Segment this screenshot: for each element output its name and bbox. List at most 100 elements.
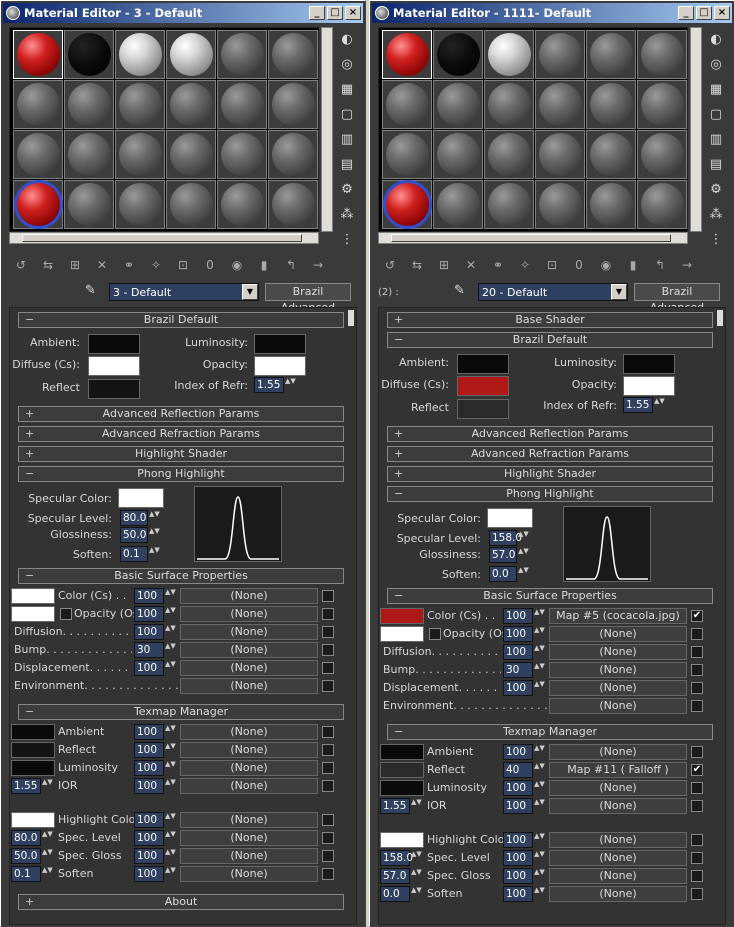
sample-slot[interactable] <box>637 30 687 79</box>
reset-map-icon[interactable]: ✕ <box>461 255 481 275</box>
material-navigator-icon[interactable]: ⋮ <box>707 231 725 249</box>
reflect-color-swatch[interactable] <box>457 399 509 419</box>
texmap-swatch[interactable] <box>380 744 424 760</box>
put-to-library-icon[interactable]: ⊡ <box>173 255 193 275</box>
spinner-arrows-icon[interactable]: ▲▼ <box>285 377 296 393</box>
soften-spinner[interactable]: 0.1 <box>120 546 148 562</box>
go-to-parent-icon[interactable]: ↰ <box>281 255 301 275</box>
map-slot-button[interactable]: (None) <box>549 798 687 814</box>
rollout-base-shader[interactable]: + Base Shader <box>387 312 713 328</box>
texmap-swatch[interactable] <box>380 832 424 848</box>
sample-slot[interactable] <box>115 130 165 179</box>
sample-slot[interactable] <box>217 180 267 229</box>
scrollbar-thumb[interactable] <box>391 234 671 242</box>
maximize-button[interactable]: □ <box>696 6 712 20</box>
map-slot-button[interactable]: (None) <box>549 886 687 902</box>
texmap-amount-spinner[interactable]: 100 <box>134 742 164 758</box>
glossiness-spinner[interactable]: 57.0 <box>489 547 517 563</box>
rollout-phong[interactable]: − Phong Highlight <box>387 486 713 502</box>
spinner-arrows-icon[interactable]: ▲▼ <box>534 832 545 848</box>
spinner-arrows-icon[interactable]: ▲▼ <box>534 626 545 642</box>
sample-slot[interactable] <box>637 80 687 129</box>
sample-slot[interactable] <box>382 80 432 129</box>
sample-slot[interactable] <box>166 180 216 229</box>
rollout-about[interactable]: + About <box>18 894 344 910</box>
map-enable-checkbox[interactable] <box>322 744 334 756</box>
spinner-arrows-icon[interactable]: ▲▼ <box>165 848 176 864</box>
pick-material-icon[interactable]: ✎ <box>454 283 470 299</box>
texmap-value-spinner[interactable]: 80.0 <box>11 830 41 846</box>
sample-slot[interactable] <box>586 80 636 129</box>
backlight-icon[interactable]: ◎ <box>338 56 356 74</box>
map-slot-button[interactable]: (None) <box>180 830 318 846</box>
specular-color-swatch[interactable] <box>118 488 164 508</box>
spinner-arrows-icon[interactable]: ▲▼ <box>534 608 545 624</box>
map-enable-checkbox[interactable] <box>691 782 703 794</box>
sample-slot[interactable] <box>382 180 432 229</box>
material-type-button[interactable]: Brazil Advanced <box>634 283 720 314</box>
map-enable-checkbox[interactable] <box>322 868 334 880</box>
show-end-result-icon[interactable]: ▮ <box>254 255 274 275</box>
make-copy-icon[interactable]: ⚭ <box>119 255 139 275</box>
map-enable-checkbox[interactable] <box>691 746 703 758</box>
map-slot-button[interactable]: (None) <box>549 698 687 714</box>
basic-amount-spinner[interactable]: 100 <box>503 608 533 624</box>
rollout-texmap[interactable]: − Texmap Manager <box>387 724 713 740</box>
map-slot-button[interactable]: (None) <box>549 626 687 642</box>
spinner-arrows-icon[interactable]: ▲▼ <box>42 848 53 864</box>
select-by-material-icon[interactable]: ⁂ <box>338 206 356 224</box>
rollout-brazil-default[interactable]: − Brazil Default <box>18 312 344 328</box>
opacity-lock-checkbox[interactable] <box>60 608 72 620</box>
spinner-arrows-icon[interactable]: ▲▼ <box>149 527 160 543</box>
go-forward-icon[interactable]: → <box>677 255 697 275</box>
close-button[interactable]: × <box>345 6 361 20</box>
spinner-arrows-icon[interactable]: ▲▼ <box>165 812 176 828</box>
basic-amount-spinner[interactable]: 100 <box>134 624 164 640</box>
sample-slot[interactable] <box>13 80 63 129</box>
map-enable-checkbox[interactable] <box>322 644 334 656</box>
assign-to-selection-icon[interactable]: ⊞ <box>434 255 454 275</box>
texmap-amount-spinner[interactable]: 100 <box>503 850 533 866</box>
spinner-arrows-icon[interactable]: ▲▼ <box>654 397 665 413</box>
map-enable-checkbox[interactable] <box>691 682 703 694</box>
map-slot-button[interactable]: (None) <box>180 866 318 882</box>
diffuse-color-swatch[interactable] <box>88 356 140 376</box>
rollout-basic-surface[interactable]: − Basic Surface Properties <box>387 588 713 604</box>
sample-slot[interactable] <box>115 80 165 129</box>
map-enable-checkbox[interactable] <box>691 888 703 900</box>
spinner-arrows-icon[interactable]: ▲▼ <box>165 588 176 604</box>
spinner-arrows-icon[interactable]: ▲▼ <box>165 660 176 676</box>
show-map-icon[interactable]: ◉ <box>596 255 616 275</box>
map-enable-checkbox[interactable] <box>322 626 334 638</box>
material-name-field[interactable]: 3 - Default ▼ <box>109 283 259 301</box>
map-enable-checkbox[interactable] <box>691 664 703 676</box>
spinner-arrows-icon[interactable]: ▲▼ <box>518 530 529 546</box>
texmap-amount-spinner[interactable]: 100 <box>134 830 164 846</box>
make-preview-icon[interactable]: ▤ <box>707 156 725 174</box>
vertical-scrollbar[interactable] <box>321 27 333 232</box>
map-slot-button[interactable]: (None) <box>549 662 687 678</box>
basic-amount-spinner[interactable]: 30 <box>503 662 533 678</box>
sample-slot[interactable] <box>484 180 534 229</box>
spinner-arrows-icon[interactable]: ▲▼ <box>534 780 545 796</box>
map-slot-button[interactable]: (None) <box>180 642 318 658</box>
texmap-amount-spinner[interactable]: 100 <box>134 760 164 776</box>
map-slot-button[interactable]: (None) <box>180 606 318 622</box>
spinner-arrows-icon[interactable]: ▲▼ <box>534 868 545 884</box>
map-slot-button[interactable]: (None) <box>549 680 687 696</box>
map-slot-button[interactable]: (None) <box>549 644 687 660</box>
texmap-amount-spinner[interactable]: 100 <box>134 724 164 740</box>
spinner-arrows-icon[interactable]: ▲▼ <box>165 866 176 882</box>
sample-slot[interactable] <box>64 130 114 179</box>
map-slot-button[interactable]: (None) <box>549 832 687 848</box>
pick-material-icon[interactable]: ✎ <box>85 283 101 299</box>
spinner-arrows-icon[interactable]: ▲▼ <box>165 642 176 658</box>
map-enable-checkbox[interactable] <box>322 762 334 774</box>
rollout-highlight-shader[interactable]: + Highlight Shader <box>387 466 713 482</box>
basic-amount-spinner[interactable]: 100 <box>134 606 164 622</box>
map-enable-checkbox[interactable] <box>691 646 703 658</box>
map-slot-button[interactable]: (None) <box>180 760 318 776</box>
basic-swatch[interactable] <box>380 626 424 642</box>
horizontal-scrollbar[interactable] <box>9 232 319 244</box>
spinner-arrows-icon[interactable]: ▲▼ <box>149 546 160 562</box>
